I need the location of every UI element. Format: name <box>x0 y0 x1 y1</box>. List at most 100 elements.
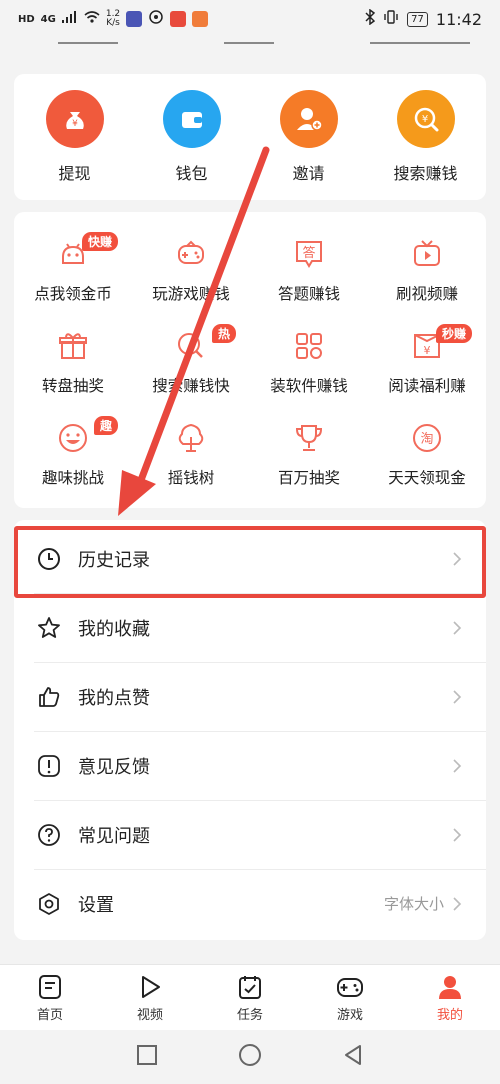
grid-item-label: 搜索赚钱快 <box>152 377 230 395</box>
grid-item-daily-cash[interactable]: 淘 天天领现金 <box>368 408 486 500</box>
nav-video[interactable]: 视频 <box>100 965 200 1030</box>
status-right: 77 11:42 <box>365 8 482 29</box>
grid-item-label: 装软件赚钱 <box>270 377 348 395</box>
nav-home[interactable]: 首页 <box>0 965 100 1030</box>
badge-instant-earn: 秒赚 <box>435 324 472 343</box>
question-icon <box>36 822 62 848</box>
home-doc-icon <box>36 973 64 1001</box>
profile-icon <box>436 973 464 1001</box>
top-action-label: 提现 <box>58 164 91 183</box>
row-label: 意见反馈 <box>78 756 150 778</box>
nav-games[interactable]: 游戏 <box>300 965 400 1030</box>
grid-item-reading-rewards[interactable]: 秒赚 ¥ 阅读福利赚 <box>368 316 486 408</box>
bottom-nav: 首页 视频 任务 游戏 我的 <box>0 964 500 1030</box>
font-size-hint: 字体大小 <box>383 895 444 913</box>
settings-hexagon-icon <box>36 891 62 917</box>
recent-apps-icon[interactable] <box>136 1044 158 1070</box>
svg-text:¥: ¥ <box>424 344 431 357</box>
chevron-right-icon <box>452 618 464 638</box>
gift-box-icon <box>55 328 91 364</box>
badge-fun: 趣 <box>93 416 118 435</box>
chat-notification-icon <box>192 11 209 27</box>
grid-item-label: 摇钱树 <box>167 469 215 487</box>
grid-item-play-games[interactable]: 玩游戏赚钱 <box>132 224 250 316</box>
grid-item-label: 趣味挑战 <box>41 469 104 487</box>
row-label: 历史记录 <box>78 549 150 571</box>
chevron-right-icon <box>452 549 464 569</box>
grid-item-quiz[interactable]: 答 答题赚钱 <box>250 224 368 316</box>
grid-item-install-apps[interactable]: 装软件赚钱 <box>250 316 368 408</box>
status-bar: HD 4G 1.2 K/s 77 11:42 <box>0 0 500 38</box>
row-likes[interactable]: 我的点赞 <box>14 662 486 731</box>
svg-text:¥: ¥ <box>421 114 427 125</box>
top-actions-card: ¥ 提现 钱包 邀请 ¥ 搜索赚钱 <box>14 74 486 200</box>
battery-indicator: 77 <box>407 11 428 27</box>
back-triangle-icon[interactable] <box>342 1044 364 1070</box>
taobao-coin-icon: 淘 <box>409 420 445 456</box>
chevron-right-icon <box>452 756 464 776</box>
task-calendar-icon <box>236 973 264 1001</box>
nav-tasks[interactable]: 任务 <box>200 965 300 1030</box>
top-action-withdraw[interactable]: ¥ 提现 <box>20 90 130 184</box>
grid-item-label: 阅读福利赚 <box>388 377 466 395</box>
grid-item-label: 刷视频赚 <box>395 285 458 303</box>
grid-item-spin-wheel[interactable]: 转盘抽奖 <box>14 316 132 408</box>
vibrate-icon <box>383 9 399 29</box>
wallet-icon <box>162 90 221 148</box>
top-action-label: 邀请 <box>292 164 325 183</box>
status-left: HD 4G 1.2 K/s <box>18 9 209 29</box>
top-action-wallet[interactable]: 钱包 <box>137 90 247 184</box>
grid-item-million-lottery[interactable]: 百万抽奖 <box>250 408 368 500</box>
svg-text:答: 答 <box>302 245 315 261</box>
badge-quick-earn: 快赚 <box>81 232 118 251</box>
apps-grid-icon <box>291 328 327 364</box>
nav-profile[interactable]: 我的 <box>400 965 500 1030</box>
grid-item-collect-coins[interactable]: 快赚 点我领金币 <box>14 224 132 316</box>
grid-item-watch-videos[interactable]: 刷视频赚 <box>368 224 486 316</box>
nav-label: 首页 <box>36 1007 63 1023</box>
star-icon <box>36 615 62 641</box>
grid-item-search-earn-fast[interactable]: 热 搜索赚钱快 <box>132 316 250 408</box>
signal-icon <box>61 11 78 27</box>
chevron-right-icon <box>452 825 464 845</box>
home-circle-icon[interactable] <box>238 1043 262 1071</box>
system-nav-bar <box>0 1030 500 1084</box>
row-history[interactable]: 历史记录 <box>14 524 486 593</box>
money-tree-icon <box>173 420 209 456</box>
grid-item-label: 玩游戏赚钱 <box>152 285 230 303</box>
row-feedback[interactable]: 意见反馈 <box>14 731 486 800</box>
gamepad-icon <box>173 236 209 272</box>
tv-play-icon <box>409 236 445 272</box>
top-action-search-earn[interactable]: ¥ 搜索赚钱 <box>371 90 481 184</box>
nav-label: 游戏 <box>336 1007 363 1023</box>
top-action-invite[interactable]: 邀请 <box>254 90 364 184</box>
gamepad-icon <box>336 973 364 1001</box>
row-faq[interactable]: 常见问题 <box>14 800 486 869</box>
search-coin-icon: ¥ <box>396 90 455 148</box>
grid-item-label: 天天领现金 <box>388 469 466 487</box>
nav-label: 我的 <box>436 1007 463 1023</box>
svg-text:淘: 淘 <box>420 432 433 447</box>
network-type: 4G <box>40 13 56 25</box>
grid-item-label: 百万抽奖 <box>277 469 340 487</box>
grid-item-label: 点我领金币 <box>34 285 112 303</box>
thumbs-up-icon <box>36 684 62 710</box>
row-label: 我的点赞 <box>78 687 150 709</box>
row-divider <box>34 731 486 732</box>
grid-item-label: 转盘抽奖 <box>41 377 104 395</box>
nav-label: 视频 <box>136 1007 163 1023</box>
row-label: 设置 <box>78 894 114 916</box>
play-icon <box>136 973 164 1001</box>
grid-item-fun-challenge[interactable]: 趣 趣味挑战 <box>14 408 132 500</box>
row-divider <box>34 662 486 663</box>
grid-item-money-tree[interactable]: 摇钱树 <box>132 408 250 500</box>
row-settings[interactable]: 设置 字体大小 <box>14 869 486 938</box>
row-label: 我的收藏 <box>78 618 150 640</box>
row-divider <box>34 869 486 870</box>
app-notification-icon <box>126 11 143 27</box>
row-favorites[interactable]: 我的收藏 <box>14 593 486 662</box>
app-notification-icon <box>170 11 187 27</box>
row-label: 常见问题 <box>78 825 150 847</box>
feedback-icon <box>36 753 62 779</box>
net-speed: 1.2 K/s <box>105 9 121 28</box>
